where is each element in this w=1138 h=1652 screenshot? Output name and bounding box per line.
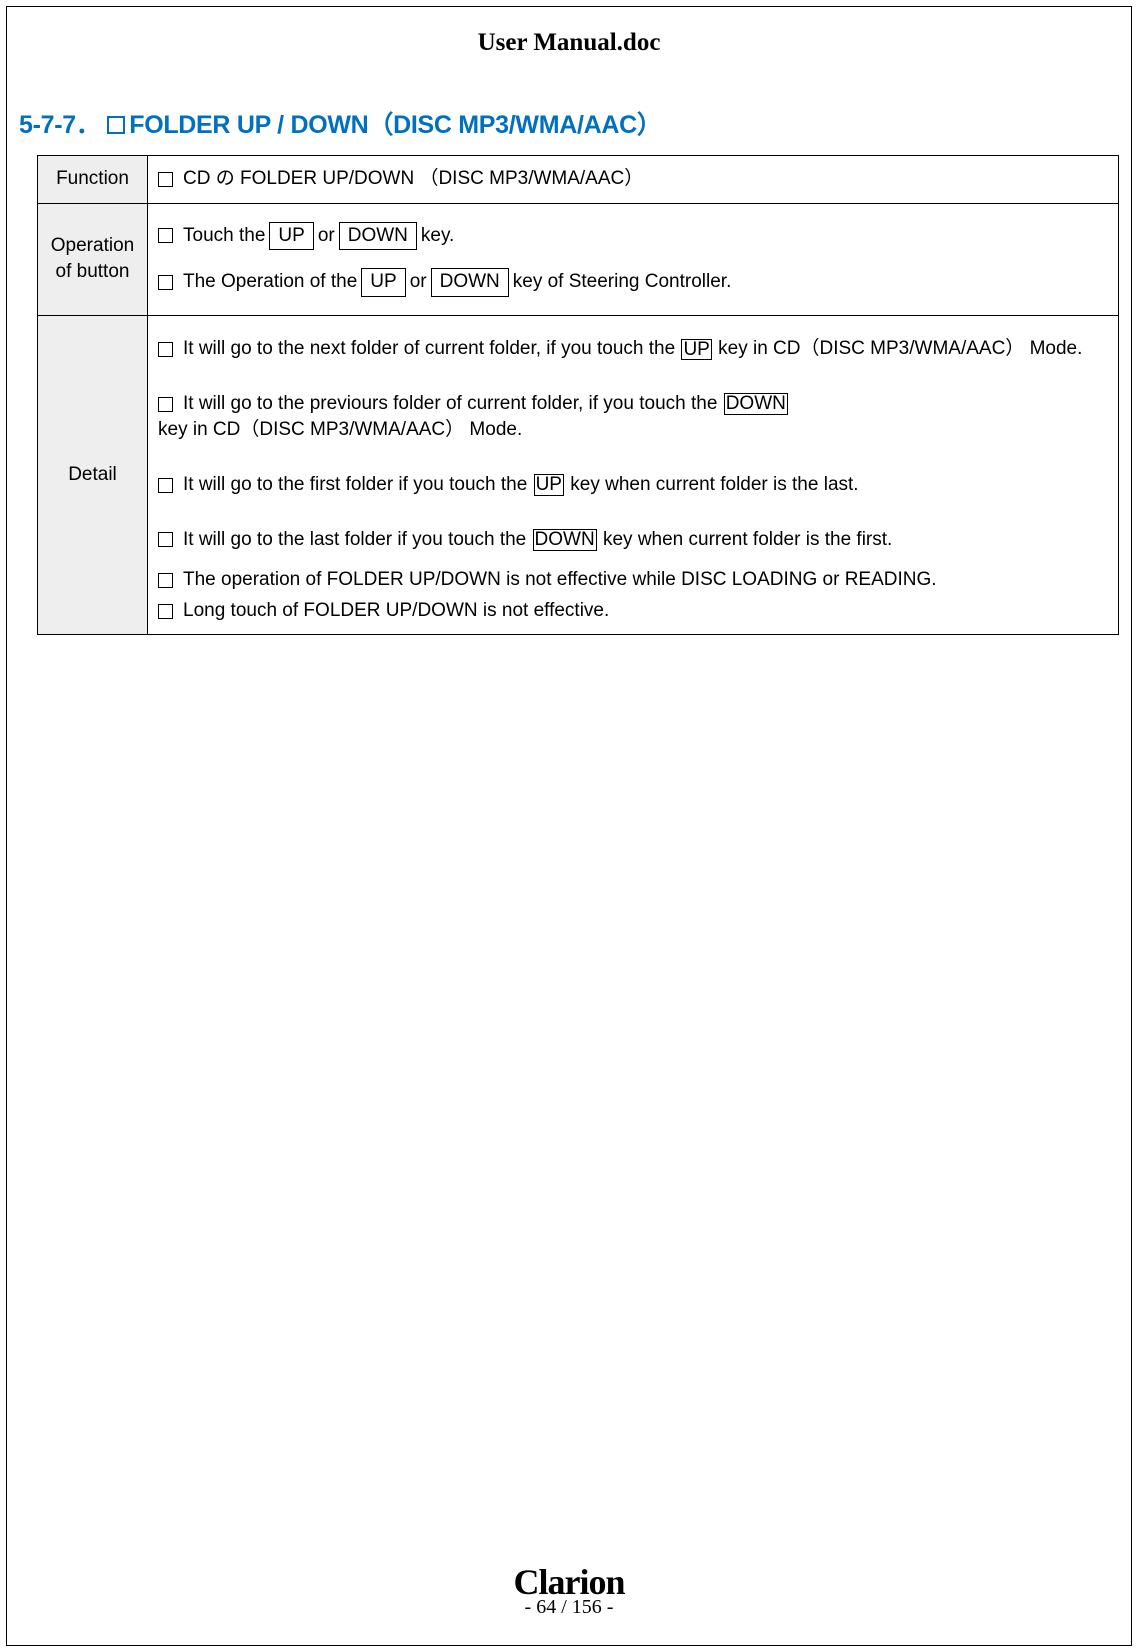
detail-2-pre: It will go to the previours folder of cu… [183,391,717,418]
key-up-inline: UP [534,474,564,496]
checkbox-icon [158,478,173,493]
detail-3-pre: It will go to the first folder if you to… [183,472,527,499]
content-operation: Touch the UP or DOWN key. The Operation … [148,203,1119,316]
label-detail: Detail [38,316,148,635]
key-down-button: DOWN [339,222,417,251]
key-up-button: UP [269,222,313,251]
checkbox-icon [158,228,173,243]
page-number: - 64 / 156 - [7,1596,1131,1619]
detail-4-post: key when current folder is the first. [603,527,892,554]
detail-1-pre: It will go to the next folder of current… [183,336,675,363]
detail-3-post: key when current folder is the last. [570,472,858,499]
page-frame: User Manual.doc 5-7-7． FOLDER UP / DOWN（… [6,6,1132,1646]
row-operation: Operation of button Touch the UP or DOWN… [38,203,1119,316]
op-line2-post: key of Steering Controller. [513,269,732,296]
brand-logo: Clarion [7,1566,1131,1598]
op-line1-post: key. [421,223,454,250]
key-up-button: UP [361,268,405,297]
heading-box-icon [107,116,125,134]
content-detail: It will go to the next folder of current… [148,316,1119,635]
op-or: or [410,269,427,296]
key-down-button: DOWN [431,268,509,297]
checkbox-icon [158,342,173,357]
label-operation: Operation of button [38,203,148,316]
row-function: Function CD の FOLDER UP/DOWN （DISC MP3/W… [38,156,1119,204]
checkbox-icon [158,172,173,187]
section-heading: 5-7-7． FOLDER UP / DOWN（DISC MP3/WMA/AAC… [19,105,1131,141]
page-footer: Clarion - 64 / 156 - [7,1566,1131,1619]
key-up-inline: UP [681,339,711,361]
checkbox-icon [158,604,173,619]
document-title: User Manual.doc [7,29,1131,57]
checkbox-icon [158,275,173,290]
detail-4-pre: It will go to the last folder if you tou… [183,527,526,554]
detail-1-post: key in CD（DISC MP3/WMA/AAC） Mode. [718,336,1082,363]
op-or: or [318,223,335,250]
section-title: FOLDER UP / DOWN（DISC MP3/WMA/AAC） [129,111,661,139]
detail-6: Long touch of FOLDER UP/DOWN is not effe… [183,598,609,625]
op-line2-pre: The Operation of the [183,269,357,296]
key-down-inline: DOWN [724,393,788,415]
checkbox-icon [158,573,173,588]
detail-5: The operation of FOLDER UP/DOWN is not e… [183,567,937,594]
content-function: CD の FOLDER UP/DOWN （DISC MP3/WMA/AAC） [148,156,1119,204]
label-function: Function [38,156,148,204]
spec-table: Function CD の FOLDER UP/DOWN （DISC MP3/W… [37,155,1119,635]
op-line1-pre: Touch the [183,223,265,250]
checkbox-icon [158,397,173,412]
page-current: 64 [536,1596,556,1618]
key-down-inline: DOWN [533,529,597,551]
function-text: CD の FOLDER UP/DOWN （DISC MP3/WMA/AAC） [183,166,643,193]
row-detail: Detail It will go to the next folder of … [38,316,1119,635]
page-total: 156 [572,1596,602,1618]
checkbox-icon [158,532,173,547]
detail-2-post: key in CD（DISC MP3/WMA/AAC） Mode. [158,417,522,444]
section-number: 5-7-7． [19,111,101,139]
